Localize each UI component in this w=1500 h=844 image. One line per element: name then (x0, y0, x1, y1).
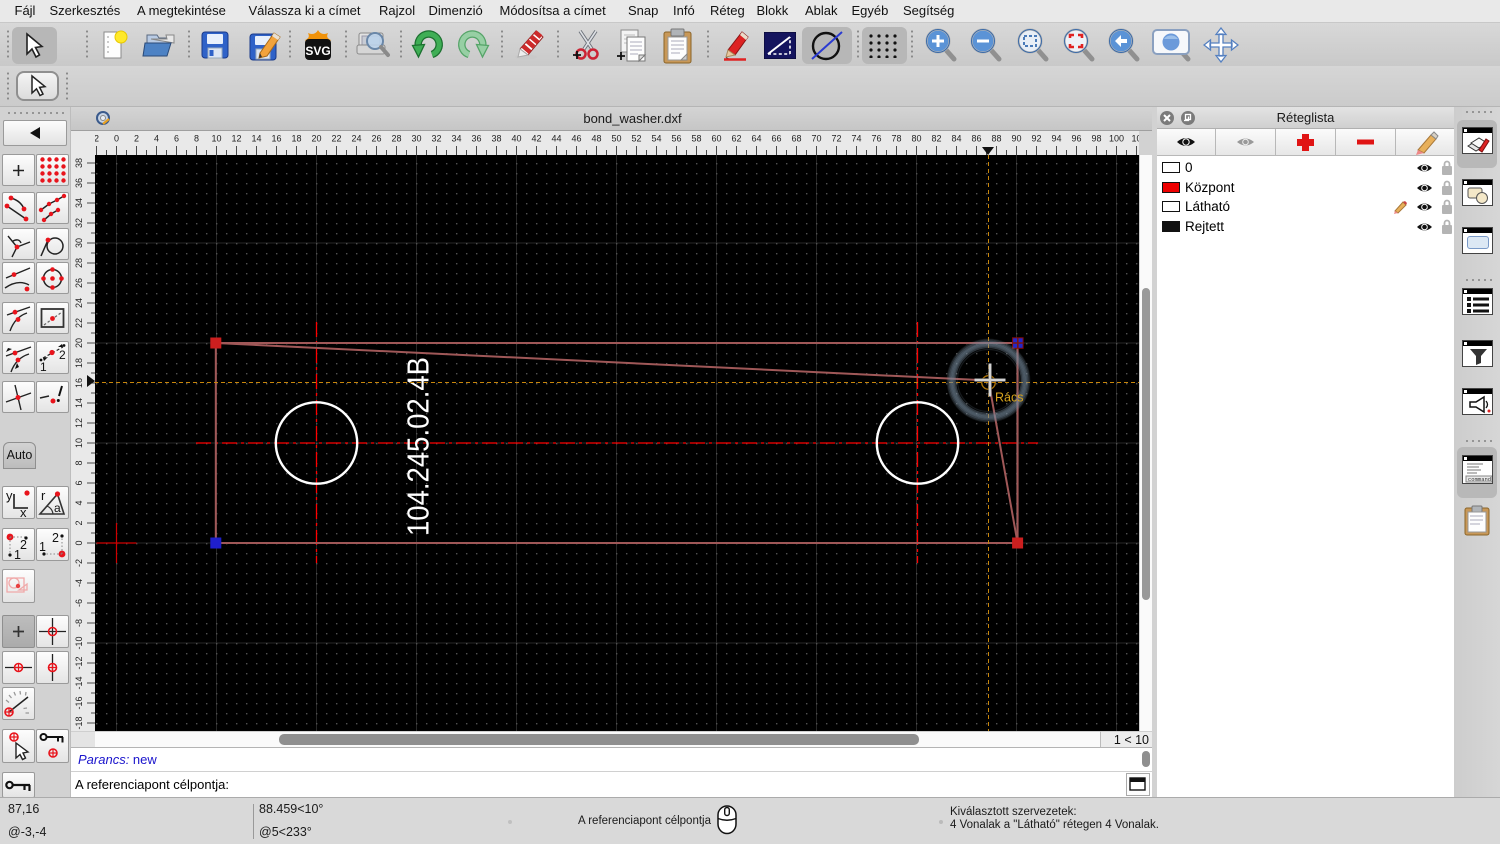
svg-text:24: 24 (351, 134, 361, 144)
svg-text:36: 36 (471, 134, 481, 144)
svg-text:-12: -12 (74, 656, 84, 669)
svg-text:50: 50 (611, 134, 621, 144)
svg-text:16: 16 (271, 134, 281, 144)
svg-text:20: 20 (74, 338, 84, 348)
svg-text:r: r (41, 488, 46, 503)
svg-text:32: 32 (431, 134, 441, 144)
svg-text:46: 46 (571, 134, 581, 144)
svg-text:-6: -6 (74, 599, 84, 607)
svg-text:2: 2 (52, 531, 59, 545)
svg-text:62: 62 (731, 134, 741, 144)
svg-text:6: 6 (174, 134, 179, 144)
svg-text:34: 34 (74, 198, 84, 208)
svg-text:14: 14 (251, 134, 261, 144)
svg-text:90: 90 (1011, 134, 1021, 144)
svg-text:38: 38 (491, 134, 501, 144)
svg-text:-16: -16 (74, 696, 84, 709)
svg-text:86: 86 (971, 134, 981, 144)
svg-text:-8: -8 (74, 619, 84, 627)
svg-text:2: 2 (59, 348, 66, 362)
svg-text:8: 8 (194, 134, 199, 144)
svg-text:100: 100 (1109, 134, 1124, 144)
svg-text:96: 96 (1071, 134, 1081, 144)
svg-text:44: 44 (551, 134, 561, 144)
svg-text:6: 6 (74, 480, 84, 485)
svg-text:a: a (54, 501, 61, 515)
svg-text:-10: -10 (74, 636, 84, 649)
svg-text:SVG: SVG (305, 44, 330, 58)
svg-text:26: 26 (74, 278, 84, 288)
svg-text:4: 4 (74, 500, 84, 505)
svg-text:26: 26 (371, 134, 381, 144)
svg-text:34: 34 (451, 134, 461, 144)
svg-text:22: 22 (74, 318, 84, 328)
svg-text:52: 52 (631, 134, 641, 144)
svg-text:1: 1 (40, 360, 47, 373)
svg-text:x: x (20, 505, 27, 518)
svg-text:18: 18 (74, 358, 84, 368)
svg-text:-14: -14 (74, 676, 84, 689)
svg-text:32: 32 (74, 218, 84, 228)
svg-text:30: 30 (411, 134, 421, 144)
svg-text:10: 10 (211, 134, 221, 144)
svg-text:-2: -2 (74, 559, 84, 567)
svg-text:36: 36 (74, 178, 84, 188)
svg-text:92: 92 (1031, 134, 1041, 144)
svg-text:64: 64 (751, 134, 761, 144)
svg-text:Rács: Rács (995, 391, 1023, 405)
svg-text:70: 70 (811, 134, 821, 144)
svg-text:84: 84 (951, 134, 961, 144)
svg-text:0: 0 (114, 134, 119, 144)
svg-text:1: 1 (39, 540, 46, 554)
svg-text:56: 56 (671, 134, 681, 144)
svg-text:54: 54 (651, 134, 661, 144)
svg-text:76: 76 (871, 134, 881, 144)
svg-text:38: 38 (74, 158, 84, 168)
svg-text:28: 28 (391, 134, 401, 144)
svg-text:30: 30 (74, 238, 84, 248)
svg-text:60: 60 (711, 134, 721, 144)
svg-text:y: y (6, 488, 13, 503)
svg-text:22: 22 (331, 134, 341, 144)
svg-text:48: 48 (591, 134, 601, 144)
svg-text:2: 2 (20, 538, 27, 552)
svg-text:78: 78 (891, 134, 901, 144)
svg-text:8: 8 (74, 460, 84, 465)
svg-text:16: 16 (74, 378, 84, 388)
svg-text:-18: -18 (74, 716, 84, 729)
svg-text:88: 88 (991, 134, 1001, 144)
svg-text:58: 58 (691, 134, 701, 144)
svg-text:2: 2 (74, 520, 84, 525)
svg-text:2: 2 (134, 134, 139, 144)
svg-text:94: 94 (1051, 134, 1061, 144)
svg-text:4: 4 (154, 134, 159, 144)
svg-text:82: 82 (931, 134, 941, 144)
svg-text:-4: -4 (74, 579, 84, 587)
svg-text:104.245.02.4B: 104.245.02.4B (401, 357, 436, 536)
svg-text:66: 66 (771, 134, 781, 144)
svg-text:28: 28 (74, 258, 84, 268)
svg-text:14: 14 (74, 398, 84, 408)
svg-text:20: 20 (311, 134, 321, 144)
svg-text:18: 18 (291, 134, 301, 144)
svg-text:74: 74 (851, 134, 861, 144)
svg-text:80: 80 (911, 134, 921, 144)
svg-text:24: 24 (74, 298, 84, 308)
svg-text:72: 72 (831, 134, 841, 144)
svg-text:command: command (1468, 476, 1491, 483)
svg-text:0: 0 (74, 540, 84, 545)
svg-text:98: 98 (1091, 134, 1101, 144)
svg-text:68: 68 (791, 134, 801, 144)
svg-text:40: 40 (511, 134, 521, 144)
svg-text:12: 12 (231, 134, 241, 144)
svg-text:10: 10 (74, 438, 84, 448)
svg-text:10: 10 (1131, 134, 1139, 144)
svg-text:42: 42 (531, 134, 541, 144)
svg-text:2: 2 (95, 134, 99, 144)
svg-text:12: 12 (74, 418, 84, 428)
